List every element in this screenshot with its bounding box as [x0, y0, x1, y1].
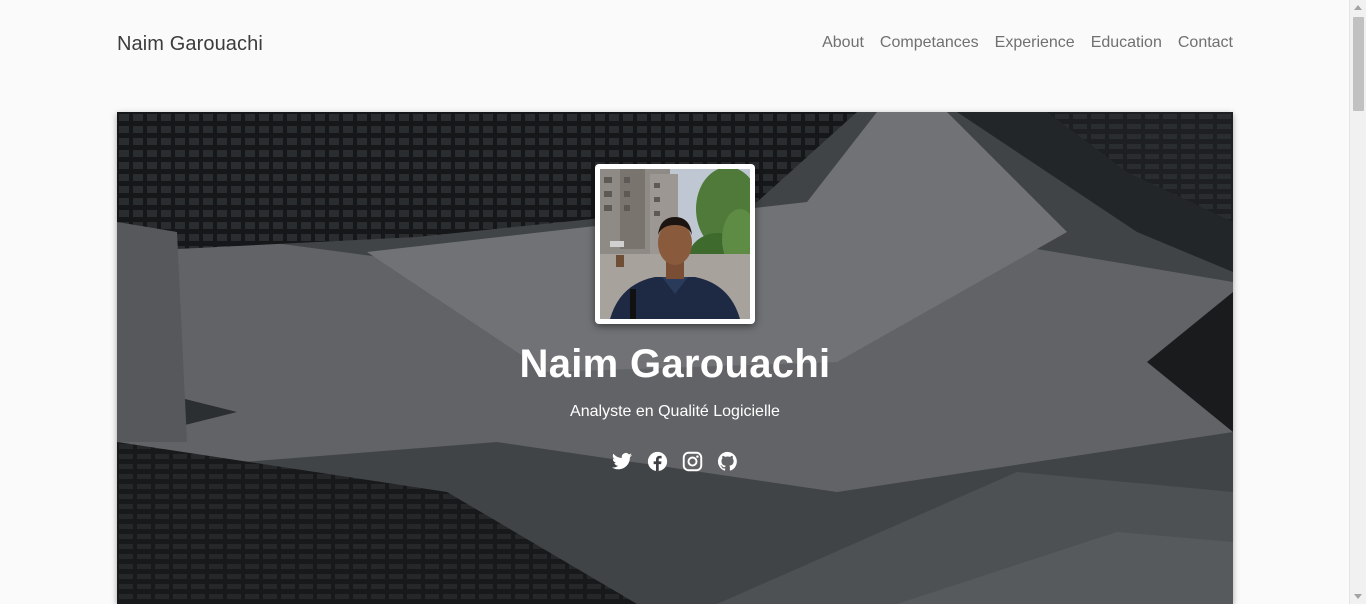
hero-name: Naim Garouachi: [519, 342, 831, 386]
hero-job-title: Analyste en Qualité Logicielle: [570, 403, 780, 420]
nav-link-education[interactable]: Education: [1091, 34, 1162, 52]
twitter-icon: [612, 452, 633, 469]
hero-banner: Naim Garouachi Analyste en Qualité Logic…: [117, 112, 1233, 604]
page: Naim Garouachi About Competances Experie…: [0, 0, 1366, 604]
facebook-icon: [647, 451, 668, 471]
nav-links: About Competances Experience Education C…: [822, 34, 1233, 52]
instagram-icon: [682, 451, 703, 471]
brand-link[interactable]: Naim Garouachi: [117, 33, 263, 56]
facebook-link[interactable]: [647, 450, 669, 472]
scrollbar-thumb[interactable]: [1353, 17, 1364, 111]
scroll-down-arrow-icon[interactable]: [1354, 594, 1362, 599]
profile-photo-frame: [595, 164, 755, 324]
vertical-scrollbar[interactable]: [1349, 0, 1366, 604]
nav-link-experience[interactable]: Experience: [995, 34, 1075, 52]
profile-photo: [600, 169, 750, 319]
nav-link-contact[interactable]: Contact: [1178, 34, 1233, 52]
github-link[interactable]: [717, 450, 739, 472]
social-links: [117, 450, 1233, 472]
top-navbar: Naim Garouachi About Competances Experie…: [117, 0, 1233, 88]
instagram-link[interactable]: [682, 450, 704, 472]
nav-link-about[interactable]: About: [822, 34, 864, 52]
twitter-link[interactable]: [612, 450, 634, 472]
scroll-up-arrow-icon[interactable]: [1354, 5, 1362, 10]
nav-link-competances[interactable]: Competances: [880, 34, 979, 52]
github-icon: [717, 451, 737, 471]
